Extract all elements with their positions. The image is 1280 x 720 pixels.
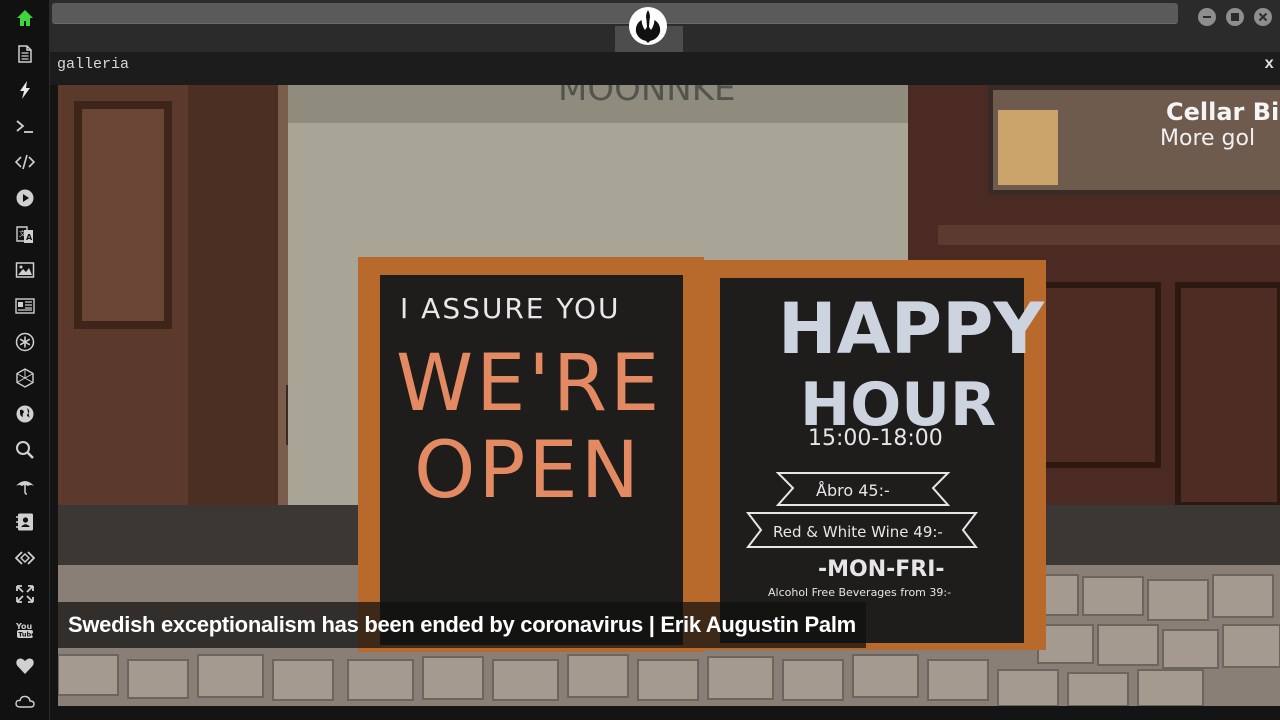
board-text-happy: HAPPY <box>778 288 1045 370</box>
image-caption: Swedish exceptionalism has been ended by… <box>58 602 866 648</box>
window-sign-line-1: Cellar Bi <box>1166 98 1279 126</box>
youtube-icon[interactable]: You Tube <box>13 618 37 642</box>
newspaper-icon[interactable] <box>13 294 37 318</box>
panel-header: galleria x <box>50 52 1280 85</box>
cloud-icon[interactable] <box>13 690 37 714</box>
sidebar: 文A You Tube <box>0 0 50 720</box>
diamond-code-icon[interactable] <box>13 546 37 570</box>
board-text-assure: I ASSURE YOU <box>400 292 621 325</box>
search-icon[interactable] <box>13 438 37 462</box>
board-text-time: 15:00-18:00 <box>808 426 943 451</box>
svg-text:A: A <box>26 233 33 242</box>
panel-title: galleria <box>57 56 130 73</box>
panel-close-button[interactable]: x <box>1264 55 1274 73</box>
document-icon[interactable] <box>13 42 37 66</box>
board-text-were: WE'RE <box>396 339 662 429</box>
hexagon-icon[interactable] <box>13 366 37 390</box>
top-bar <box>50 0 1280 52</box>
board-text-abro: Åbro 45:- <box>816 481 890 500</box>
minimize-button[interactable] <box>1198 8 1216 26</box>
code-icon[interactable] <box>13 150 37 174</box>
contact-book-icon[interactable] <box>13 510 37 534</box>
maximize-button[interactable] <box>1226 8 1244 26</box>
board-text-wine: Red & White Wine 49:- <box>773 523 943 541</box>
play-icon[interactable] <box>13 186 37 210</box>
heart-icon[interactable] <box>13 654 37 678</box>
lightning-icon[interactable] <box>13 78 37 102</box>
asterisk-icon[interactable] <box>13 330 37 354</box>
board-text-alcohol-free: Alcohol Free Beverages from 39:- <box>768 586 951 599</box>
gallery-image[interactable]: MOONNKE Cellar Bi More gol I ASSURE YOU … <box>58 85 1280 706</box>
board-text-open: OPEN <box>414 426 642 516</box>
board-text-monfri: -MON-FRI- <box>818 557 945 582</box>
close-window-button[interactable] <box>1254 8 1272 26</box>
globe-icon[interactable] <box>13 402 37 426</box>
expand-icon[interactable] <box>13 582 37 606</box>
bottom-bar <box>50 706 1280 720</box>
rebel-alliance-logo <box>628 6 668 46</box>
umbrella-icon[interactable] <box>13 474 37 498</box>
svg-text:文: 文 <box>19 229 26 238</box>
address-bar[interactable] <box>52 3 1178 24</box>
svg-text:Tube: Tube <box>18 631 35 639</box>
terminal-icon[interactable] <box>13 114 37 138</box>
translate-icon[interactable]: 文A <box>13 222 37 246</box>
window-sign-line-2: More gol <box>1160 126 1255 151</box>
home-icon[interactable] <box>13 6 37 30</box>
svg-text:MOONNKE: MOONNKE <box>558 85 736 109</box>
image-icon[interactable] <box>13 258 37 282</box>
